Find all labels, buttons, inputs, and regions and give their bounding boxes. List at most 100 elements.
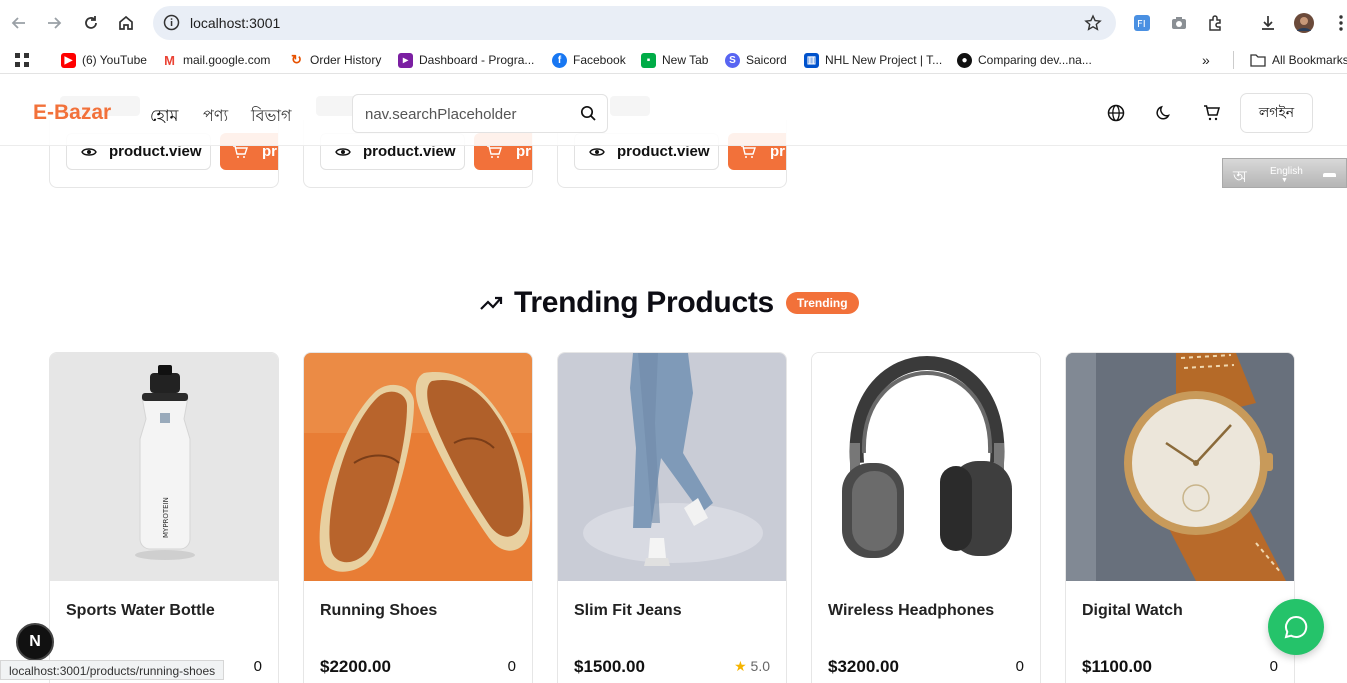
bookmark-label: Facebook — [573, 53, 626, 67]
bookmark-new-tab[interactable]: ▪ New Tab — [641, 51, 708, 69]
bookmark-label: mail.google.com — [183, 53, 271, 67]
forward-icon[interactable] — [42, 11, 66, 35]
site-info-icon[interactable] — [163, 14, 180, 36]
eye-icon — [589, 147, 605, 156]
search-input[interactable]: nav.searchPlaceholder — [352, 94, 608, 133]
login-button[interactable]: লগইন — [1240, 93, 1313, 133]
whatsapp-chat-button[interactable] — [1268, 599, 1324, 655]
product-price: $3200.00 — [828, 657, 899, 676]
extensions-icon[interactable] — [1204, 12, 1226, 34]
bookmark-star-icon[interactable] — [1084, 14, 1102, 37]
bookmarks-bar: ▶ (6) YouTube M mail.google.com ↻ Order … — [0, 46, 1347, 74]
product-image[interactable] — [304, 353, 532, 581]
nav-home[interactable]: হোম — [150, 103, 178, 130]
youtube-icon: ▶ — [61, 52, 76, 68]
translate-extension-icon[interactable]: FI — [1131, 12, 1153, 34]
status-bar-url: localhost:3001/products/running-shoes — [0, 660, 225, 680]
browser-toolbar: localhost:3001 FI — [0, 0, 1347, 46]
bookmark-facebook[interactable]: f Facebook — [552, 51, 626, 69]
minimize-icon[interactable] — [1323, 173, 1336, 177]
product-name[interactable]: Running Shoes — [320, 602, 437, 620]
product-card[interactable]: MYPROTEIN Sports Water Bottle 0 — [49, 352, 279, 683]
reload-icon[interactable] — [79, 11, 103, 35]
bookmark-order-history[interactable]: ↻ Order History — [289, 51, 381, 69]
search-icon[interactable] — [580, 105, 597, 127]
cart-icon — [741, 144, 756, 158]
nextjs-dev-badge[interactable]: N — [16, 623, 54, 661]
nav-categories[interactable]: বিভাগ — [251, 103, 292, 130]
search-placeholder: nav.searchPlaceholder — [365, 106, 517, 123]
product-name[interactable]: Sports Water Bottle — [66, 602, 215, 620]
svg-text:MYPROTEIN: MYPROTEIN — [162, 497, 170, 538]
product-price: $2200.00 — [320, 657, 391, 676]
trello-icon: ▥ — [804, 52, 819, 68]
gmail-icon: M — [162, 52, 177, 68]
home-icon[interactable] — [114, 11, 138, 35]
bookmark-github[interactable]: ● Comparing dev...na... — [957, 51, 1092, 69]
profile-avatar[interactable] — [1293, 12, 1315, 34]
rating-value: 5.0 — [750, 658, 770, 674]
chevron-down-icon: ▼ — [1281, 177, 1288, 184]
order-icon: ↻ — [289, 52, 304, 68]
bookmark-label: (6) YouTube — [82, 53, 147, 67]
product-price: $1100.00 — [1082, 657, 1152, 676]
address-text[interactable]: localhost:3001 — [190, 15, 280, 31]
nav-products[interactable]: পণ্য — [203, 103, 228, 130]
product-name[interactable]: Slim Fit Jeans — [574, 602, 682, 620]
globe-icon[interactable] — [1105, 102, 1127, 124]
download-icon[interactable] — [1257, 12, 1279, 34]
page-viewport: product.view pr product.view pr product.… — [0, 80, 1347, 683]
bookmark-label: NHL New Project | T... — [825, 53, 943, 67]
facebook-icon: f — [552, 52, 567, 68]
product-price: $1500.00 — [574, 657, 645, 676]
product-count: 0 — [507, 658, 516, 675]
product-image[interactable] — [558, 353, 786, 581]
saicord-icon: S — [725, 52, 740, 68]
product-name[interactable]: Wireless Headphones — [828, 602, 994, 620]
bookmark-nhl[interactable]: ▥ NHL New Project | T... — [804, 51, 942, 69]
camera-icon[interactable] — [1168, 12, 1190, 34]
trending-badge: Trending — [785, 292, 859, 314]
product-image[interactable]: MYPROTEIN — [50, 353, 278, 581]
translate-widget[interactable]: অ English ▼ — [1222, 158, 1347, 188]
meet-icon: ▪ — [641, 52, 656, 68]
product-card[interactable]: Digital Watch $1100.00 0 — [1065, 352, 1295, 683]
bookmark-label: Comparing dev...na... — [978, 53, 1092, 67]
cart-icon — [233, 144, 248, 158]
all-bookmarks-label: All Bookmarks — [1272, 53, 1347, 67]
product-rating: ★ 5.0 — [734, 658, 770, 675]
english-option[interactable]: English — [1270, 166, 1303, 177]
cart-icon[interactable] — [1201, 102, 1223, 124]
product-count: 0 — [1015, 658, 1024, 675]
cart-icon — [487, 144, 502, 158]
address-bar[interactable]: localhost:3001 — [153, 6, 1116, 40]
moon-icon[interactable] — [1153, 102, 1175, 124]
product-name[interactable]: Digital Watch — [1082, 602, 1183, 620]
bookmark-saicord[interactable]: S Saicord — [725, 51, 787, 69]
product-image[interactable] — [812, 353, 1040, 581]
trending-up-icon — [480, 296, 503, 310]
all-bookmarks-button[interactable]: All Bookmarks — [1250, 51, 1347, 69]
dashboard-icon: ▸ — [398, 52, 413, 68]
bookmarks-overflow-button[interactable]: » — [1202, 51, 1210, 69]
apps-grid-icon[interactable] — [14, 51, 30, 69]
svg-text:FI: FI — [1137, 19, 1146, 30]
ghost-text — [610, 96, 650, 116]
bookmark-label: Saicord — [746, 53, 787, 67]
section-title: Trending Products — [514, 286, 774, 319]
bookmark-dashboard[interactable]: ▸ Dashboard - Progra... — [398, 51, 534, 69]
bookmark-label: Order History — [310, 53, 382, 67]
brand-logo[interactable]: E-Bazar — [33, 101, 111, 125]
product-card[interactable]: Slim Fit Jeans $1500.00 ★ 5.0 — [557, 352, 787, 683]
bengali-option[interactable]: অ — [1233, 164, 1247, 191]
bookmark-youtube[interactable]: ▶ (6) YouTube — [61, 51, 147, 69]
product-count: 0 — [253, 658, 262, 675]
product-image[interactable] — [1066, 353, 1294, 581]
product-card[interactable]: Running Shoes $2200.00 0 — [303, 352, 533, 683]
chat-bubble-icon — [1284, 615, 1308, 639]
product-card[interactable]: Wireless Headphones $3200.00 0 — [811, 352, 1041, 683]
github-icon: ● — [957, 52, 972, 68]
back-icon[interactable] — [7, 11, 31, 35]
bookmark-gmail[interactable]: M mail.google.com — [162, 51, 270, 69]
menu-dots-icon[interactable] — [1330, 12, 1347, 34]
